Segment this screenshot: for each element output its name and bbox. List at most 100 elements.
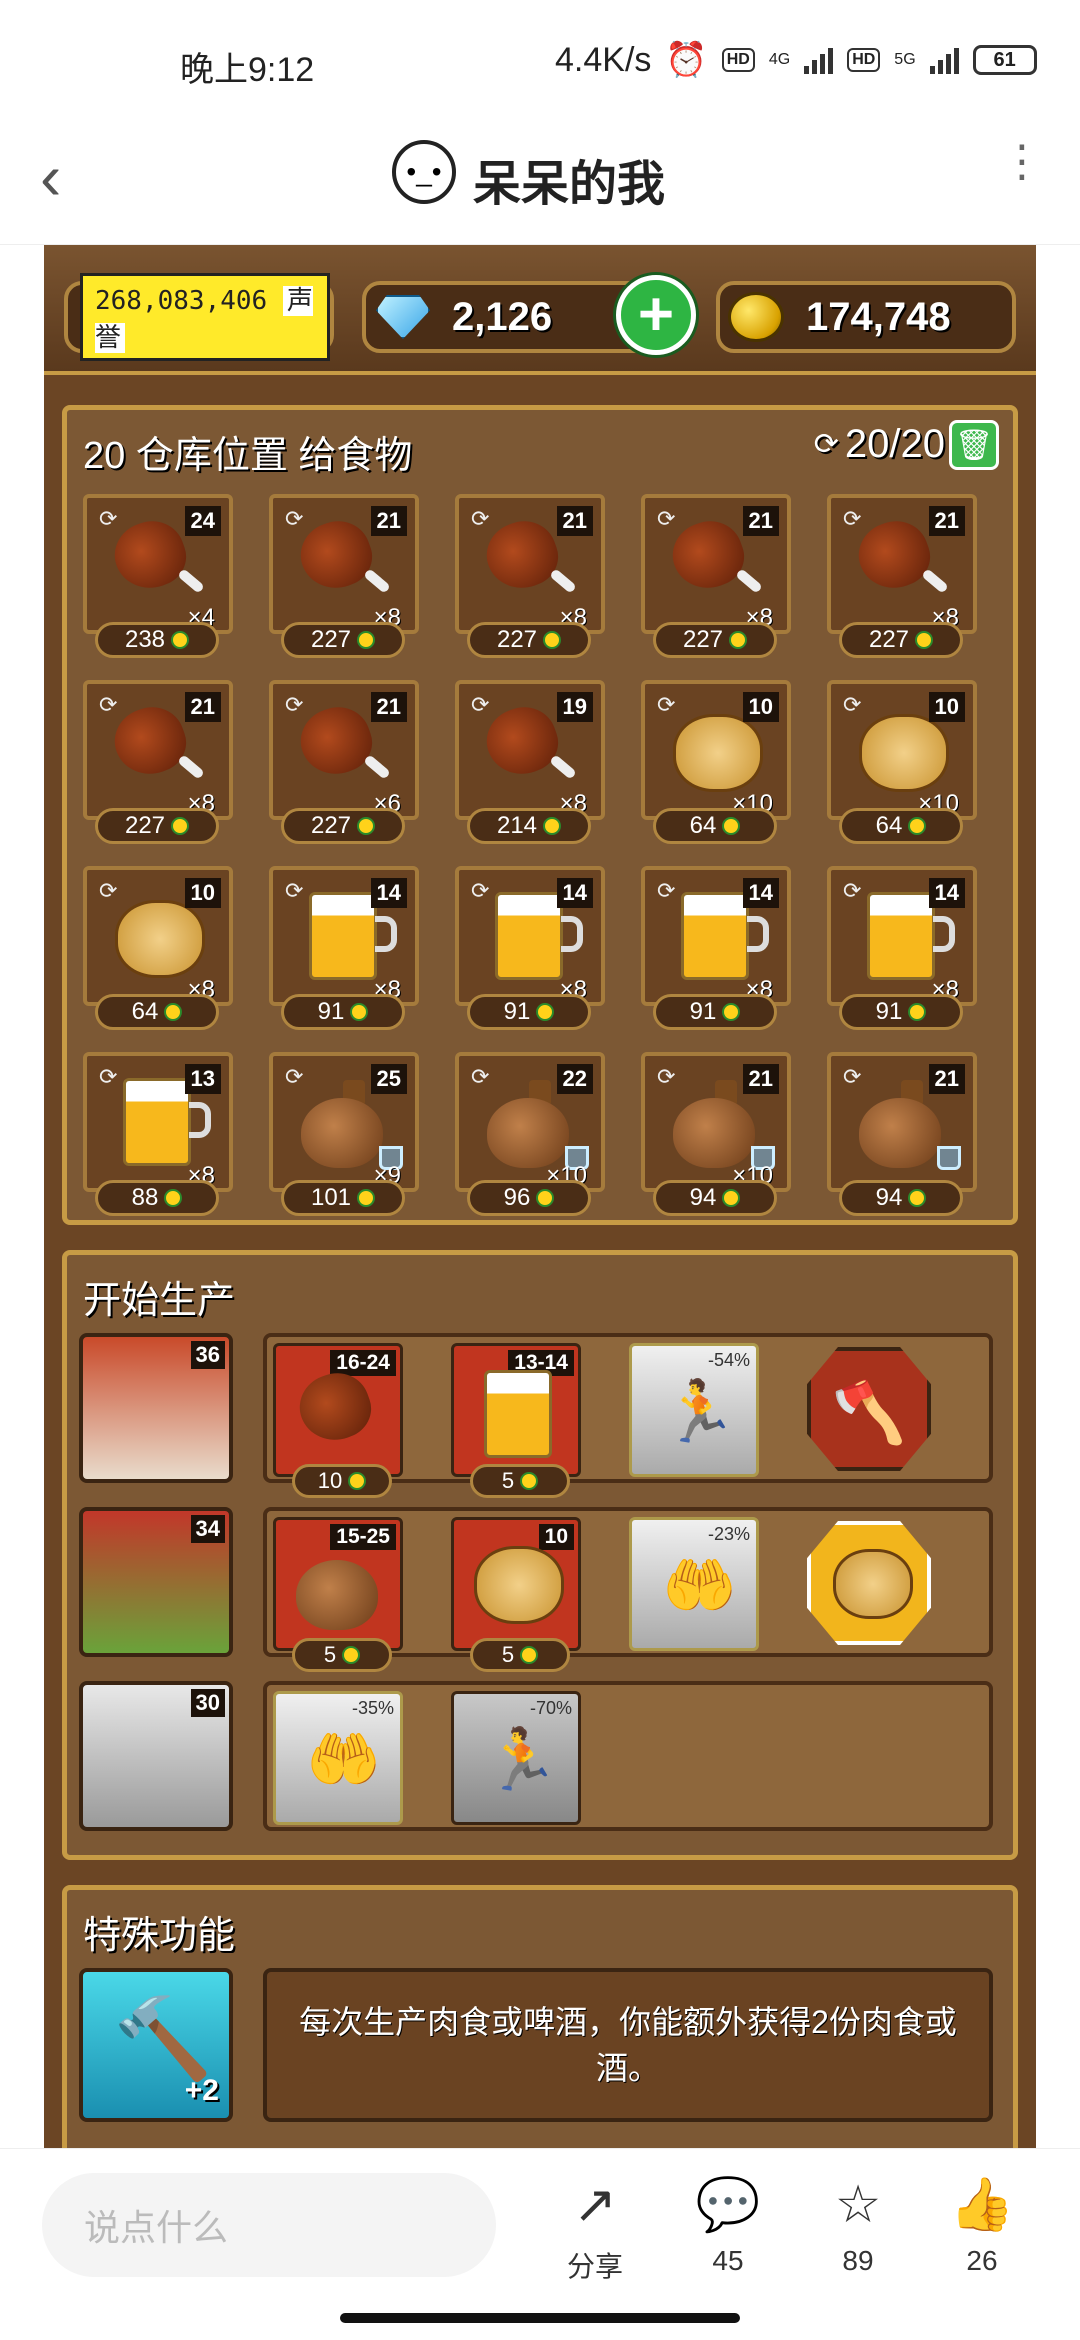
storage-slot[interactable]: ⟳ 21 ×6 227 bbox=[263, 674, 423, 846]
refresh-icon[interactable]: ⟳ bbox=[843, 878, 861, 904]
goblin-character[interactable]: 34 bbox=[79, 1507, 233, 1657]
network-4g: 4G bbox=[768, 51, 791, 68]
coin-icon bbox=[357, 631, 376, 649]
refresh-icon[interactable]: ⟳ bbox=[843, 506, 861, 532]
item-price: 227 bbox=[281, 808, 405, 844]
refresh-icon[interactable]: ⟳ bbox=[99, 692, 117, 718]
refresh-icon[interactable]: ⟳ bbox=[285, 692, 303, 718]
refresh-icon[interactable]: ⟳ bbox=[657, 878, 675, 904]
coin-box: 174,748 bbox=[716, 281, 1016, 353]
refresh-icon[interactable]: ⟳ bbox=[843, 1064, 861, 1090]
speed-boost-tile[interactable]: -54% 🏃 bbox=[629, 1343, 759, 1477]
item-price: 64 bbox=[839, 808, 963, 844]
coin-icon bbox=[908, 1189, 927, 1207]
storage-slot[interactable]: ⟳ 14 ×8 91 bbox=[449, 860, 609, 1032]
storage-slot[interactable]: ⟳ 25 ×9 101 bbox=[263, 1046, 423, 1218]
produce-meat-tile[interactable]: 16-24 10 bbox=[273, 1343, 403, 1498]
peasant-character[interactable]: 30 bbox=[79, 1681, 233, 1831]
flask-icon bbox=[301, 1098, 383, 1168]
chef-level: 36 bbox=[190, 1341, 225, 1369]
refresh-icon[interactable]: ⟳ bbox=[99, 1064, 117, 1090]
favorite-button[interactable]: ☆ 89 bbox=[808, 2179, 908, 2277]
refresh-icon[interactable]: ⟳ bbox=[99, 878, 117, 904]
storage-slot[interactable]: ⟳ 14 ×8 91 bbox=[263, 860, 423, 1032]
item-price: 64 bbox=[653, 808, 777, 844]
refresh-icon[interactable]: ⟳ bbox=[99, 506, 117, 532]
produce-drink-tile[interactable]: 15-25 5 bbox=[273, 1517, 403, 1672]
storage-counter: ⟳ 20/20 bbox=[813, 422, 945, 466]
hammer-icon[interactable]: 🔨 +2 bbox=[79, 1968, 233, 2122]
user-avatar[interactable]: •_• bbox=[392, 140, 456, 204]
coin-icon bbox=[520, 1646, 539, 1664]
coin-icon bbox=[729, 631, 748, 649]
cost-boost-tile[interactable]: -23% 🤲 bbox=[629, 1517, 759, 1651]
goblin-level: 34 bbox=[190, 1515, 225, 1543]
network-5g: 5G bbox=[894, 51, 916, 68]
meat-icon bbox=[105, 512, 195, 598]
refresh-icon[interactable]: ⟳ bbox=[285, 506, 303, 532]
produce-beer-tile[interactable]: 13-14 5 bbox=[451, 1343, 581, 1498]
comment-input[interactable]: 说点什么 bbox=[42, 2173, 496, 2277]
refresh-icon[interactable]: ⟳ bbox=[471, 1064, 489, 1090]
refresh-icon[interactable]: ⟳ bbox=[657, 1064, 675, 1090]
produce-cookie-tile[interactable]: 10 5 bbox=[451, 1517, 581, 1672]
flask-icon bbox=[296, 1560, 378, 1630]
storage-slot[interactable]: ⟳ 14 ×8 91 bbox=[821, 860, 981, 1032]
item-price: 227 bbox=[95, 808, 219, 844]
storage-slot[interactable]: ⟳ 21 94 bbox=[821, 1046, 981, 1218]
storage-slot[interactable]: ⟳ 19 ×8 214 bbox=[449, 674, 609, 846]
speed-boost-tile-2[interactable]: -70% 🏃 bbox=[451, 1691, 581, 1825]
game-screenshot: 268,083,406 声誉 2,126 + 174,748 20 仓库位置 给… bbox=[44, 245, 1036, 2150]
item-price: 227 bbox=[839, 622, 963, 658]
cost-boost-tile-2[interactable]: -35% 🤲 bbox=[273, 1691, 403, 1825]
item-level: 21 bbox=[928, 506, 965, 536]
coin-icon bbox=[350, 1003, 369, 1021]
storage-slot[interactable]: ⟳ 22 ×10 96 bbox=[449, 1046, 609, 1218]
add-gems-button[interactable]: + bbox=[616, 275, 696, 355]
beer-icon bbox=[123, 1078, 191, 1166]
chef-character[interactable]: 36 bbox=[79, 1333, 233, 1483]
storage-slot[interactable]: ⟳ 21 ×8 227 bbox=[449, 488, 609, 660]
storage-slot[interactable]: ⟳ 21 ×10 94 bbox=[635, 1046, 795, 1218]
storage-slot[interactable]: ⟳ 10 ×8 64 bbox=[77, 860, 237, 1032]
storage-slot[interactable]: ⟳ 21 ×8 227 bbox=[821, 488, 981, 660]
refresh-icon[interactable]: ⟳ bbox=[657, 506, 675, 532]
refresh-icon[interactable]: ⟳ bbox=[471, 878, 489, 904]
refresh-icon[interactable]: ⟳ bbox=[471, 506, 489, 532]
meat-icon bbox=[849, 512, 939, 598]
star-icon: ☆ bbox=[834, 2176, 882, 2234]
refresh-icon[interactable]: ⟳ bbox=[657, 692, 675, 718]
coin-icon bbox=[908, 817, 927, 835]
coin-icon bbox=[722, 1003, 741, 1021]
storage-slot[interactable]: ⟳ 21 ×8 227 bbox=[635, 488, 795, 660]
storage-slot[interactable]: ⟳ 24 ×4 238 bbox=[77, 488, 237, 660]
coin-icon bbox=[915, 631, 934, 649]
header: ‹ •_• 呆呆的我 ⋮ bbox=[0, 120, 1080, 245]
coin-icon bbox=[342, 1646, 361, 1664]
cup-icon bbox=[937, 1146, 961, 1170]
item-level: 24 bbox=[184, 506, 221, 536]
runner-icon: 🏃 bbox=[484, 1726, 559, 1793]
fast-cookie-icon[interactable] bbox=[807, 1521, 931, 1645]
storage-slot[interactable]: ⟳ 14 ×8 91 bbox=[635, 860, 795, 1032]
refresh-icon[interactable]: ⟳ bbox=[285, 878, 303, 904]
storage-slot[interactable]: ⟳ 21 ×8 227 bbox=[77, 674, 237, 846]
storage-slot[interactable]: ⟳ 13 ×8 88 bbox=[77, 1046, 237, 1218]
coin-icon bbox=[357, 817, 376, 835]
trash-button[interactable]: 🗑 bbox=[949, 420, 999, 470]
like-button[interactable]: 👍 26 bbox=[932, 2179, 1032, 2277]
axe-meat-icon[interactable]: 🪓 bbox=[807, 1347, 931, 1471]
back-button[interactable]: ‹ bbox=[40, 145, 61, 209]
refresh-icon[interactable]: ⟳ bbox=[471, 692, 489, 718]
share-button[interactable]: ↗ 分享 bbox=[545, 2179, 645, 2285]
comment-button[interactable]: 💬 45 bbox=[678, 2179, 778, 2277]
item-price: 91 bbox=[653, 994, 777, 1030]
meat-icon bbox=[105, 698, 195, 784]
refresh-icon[interactable]: ⟳ bbox=[285, 1064, 303, 1090]
storage-slot[interactable]: ⟳ 10 ×10 64 bbox=[635, 674, 795, 846]
storage-slot[interactable]: ⟳ 10 ×10 64 bbox=[821, 674, 981, 846]
more-options-button[interactable]: ⋮ bbox=[1000, 140, 1044, 184]
item-price: 88 bbox=[95, 1180, 219, 1216]
storage-slot[interactable]: ⟳ 21 ×8 227 bbox=[263, 488, 423, 660]
refresh-icon[interactable]: ⟳ bbox=[843, 692, 861, 718]
